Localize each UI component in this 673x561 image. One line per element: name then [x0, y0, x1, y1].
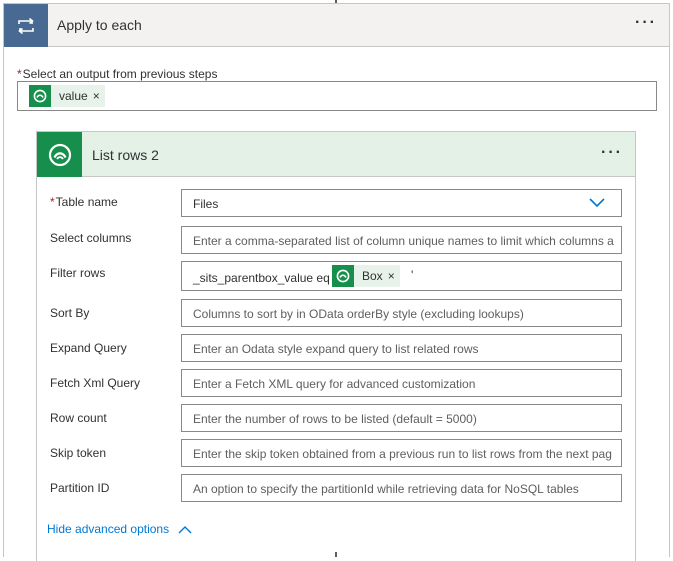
- dataverse-icon: [29, 85, 51, 107]
- list-rows-card: List rows 2 ··· *Table name Files Select…: [36, 131, 636, 561]
- output-field-label: *Select an output from previous steps: [17, 67, 217, 81]
- table-name-label-text: Table name: [55, 195, 118, 209]
- apply-to-each-header[interactable]: Apply to each ···: [4, 4, 669, 47]
- chevron-up-icon: [178, 525, 192, 533]
- fetch-xml-input[interactable]: Enter a Fetch XML query for advanced cus…: [181, 369, 622, 397]
- filter-rows-expression: _sits_parentbox_value eq ': [193, 271, 336, 285]
- list-rows-menu-button[interactable]: ···: [601, 145, 623, 161]
- list-rows-header[interactable]: List rows 2 ···: [37, 132, 635, 177]
- partition-id-placeholder: An option to specify the partitionId whi…: [193, 482, 579, 496]
- row-count-input[interactable]: Enter the number of rows to be listed (d…: [181, 404, 622, 432]
- box-token[interactable]: Box ×: [332, 265, 400, 287]
- value-token[interactable]: value ×: [29, 85, 105, 107]
- table-name-dropdown[interactable]: Files: [181, 189, 622, 217]
- required-marker: *: [50, 195, 55, 209]
- loop-icon: [4, 4, 48, 47]
- list-rows-title: List rows 2: [92, 147, 159, 163]
- output-label-text: Select an output from previous steps: [22, 67, 218, 81]
- dataverse-icon: [37, 132, 82, 177]
- select-columns-input[interactable]: Enter a comma-separated list of column u…: [181, 226, 622, 254]
- value-token-label: value: [59, 89, 88, 103]
- skip-token-placeholder: Enter the skip token obtained from a pre…: [193, 447, 612, 461]
- fetch-xml-placeholder: Enter a Fetch XML query for advanced cus…: [193, 377, 476, 391]
- sort-by-label: Sort By: [50, 306, 90, 320]
- required-marker: *: [17, 67, 22, 81]
- sort-by-input[interactable]: Columns to sort by in OData orderBy styl…: [181, 299, 622, 327]
- dataverse-icon: [332, 265, 354, 287]
- row-count-label: Row count: [50, 411, 107, 425]
- apply-to-each-menu-button[interactable]: ···: [635, 15, 657, 31]
- row-count-placeholder: Enter the number of rows to be listed (d…: [193, 412, 477, 426]
- expand-query-input[interactable]: Enter an Odata style expand query to lis…: [181, 334, 622, 362]
- box-token-remove-button[interactable]: ×: [388, 269, 400, 283]
- table-name-value: Files: [193, 197, 219, 211]
- partition-id-input[interactable]: An option to specify the partitionId whi…: [181, 474, 622, 502]
- expand-query-placeholder: Enter an Odata style expand query to lis…: [193, 342, 479, 356]
- hide-advanced-options-label: Hide advanced options: [47, 522, 170, 536]
- skip-token-label: Skip token: [50, 446, 107, 460]
- partition-id-label: Partition ID: [50, 481, 110, 495]
- connector-line-bottom: [335, 552, 337, 557]
- skip-token-input[interactable]: Enter the skip token obtained from a pre…: [181, 439, 622, 467]
- fetch-xml-label: Fetch Xml Query: [50, 376, 141, 390]
- output-input[interactable]: value ×: [17, 81, 657, 111]
- sort-by-placeholder: Columns to sort by in OData orderBy styl…: [193, 307, 524, 321]
- hide-advanced-options-link[interactable]: Hide advanced options: [47, 522, 192, 536]
- apply-to-each-title: Apply to each: [57, 17, 142, 33]
- table-name-label: *Table name: [50, 195, 118, 209]
- select-columns-label: Select columns: [50, 231, 132, 245]
- apply-to-each-card: Apply to each ··· *Select an output from…: [3, 3, 670, 561]
- chevron-down-icon[interactable]: [589, 196, 605, 211]
- expand-query-label: Expand Query: [50, 341, 127, 355]
- box-token-label: Box: [362, 269, 383, 283]
- select-columns-placeholder: Enter a comma-separated list of column u…: [193, 234, 614, 248]
- value-token-remove-button[interactable]: ×: [93, 89, 105, 103]
- filter-rows-closing-quote: ': [411, 268, 414, 282]
- filter-rows-input[interactable]: _sits_parentbox_value eq ' Box × ': [181, 261, 622, 291]
- filter-rows-label: Filter rows: [50, 266, 106, 280]
